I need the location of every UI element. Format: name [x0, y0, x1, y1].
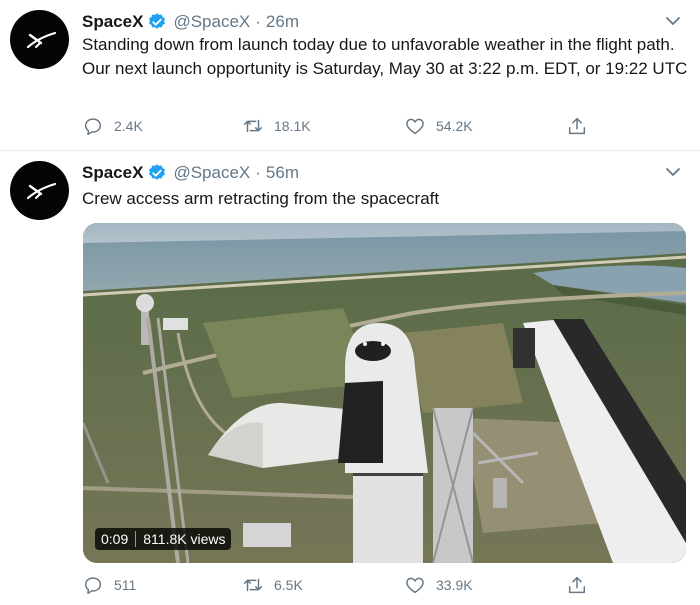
- reply-icon: [84, 577, 102, 594]
- reply-count: 511: [114, 577, 137, 593]
- reply-button[interactable]: 2.4K: [82, 114, 143, 138]
- share-icon: [568, 576, 586, 594]
- spacex-logo-icon: [26, 31, 57, 49]
- user-handle[interactable]: @SpaceX: [173, 11, 250, 33]
- retweet-icon: [244, 119, 262, 133]
- separator-dot: ·: [255, 163, 261, 182]
- verified-badge-icon: [149, 164, 166, 180]
- avatar[interactable]: [10, 10, 69, 69]
- video-views: 811.8K views: [143, 531, 226, 547]
- spacex-logo-icon: [26, 182, 57, 200]
- chevron-down-icon[interactable]: [664, 12, 682, 30]
- reply-count: 2.4K: [114, 118, 143, 134]
- timestamp[interactable]: 26m: [266, 11, 299, 33]
- verified-badge-icon: [149, 13, 166, 29]
- tweet[interactable]: SpaceX @SpaceX · 26m Standing down from …: [0, 0, 700, 150]
- tweet[interactable]: SpaceX @SpaceX · 56m Crew access arm ret…: [0, 150, 700, 605]
- display-name[interactable]: SpaceX: [82, 162, 143, 184]
- reply-icon: [84, 118, 102, 135]
- video-time: 0:09: [101, 531, 129, 547]
- retweet-button[interactable]: 18.1K: [242, 114, 311, 138]
- like-button[interactable]: 54.2K: [404, 114, 473, 138]
- tweet-text: Crew access arm retracting from the spac…: [82, 189, 440, 208]
- tweet-text: Standing down from launch today due to u…: [82, 35, 688, 78]
- tweet-header: SpaceX @SpaceX · 56m: [82, 161, 299, 185]
- retweet-button[interactable]: 6.5K: [242, 573, 303, 597]
- tweet-actions: 2.4K 18.1K 54.2K: [82, 114, 602, 138]
- like-count: 33.9K: [436, 577, 473, 593]
- chevron-down-icon[interactable]: [664, 163, 682, 181]
- separator-dot: ·: [255, 12, 261, 31]
- badge-divider: [135, 531, 137, 547]
- reply-button[interactable]: 511: [82, 573, 136, 597]
- user-handle[interactable]: @SpaceX: [173, 162, 250, 184]
- like-count: 54.2K: [436, 118, 473, 134]
- video-info-badge: 0:09 811.8K views: [95, 528, 232, 550]
- avatar[interactable]: [10, 161, 69, 220]
- display-name[interactable]: SpaceX: [82, 11, 143, 33]
- like-button[interactable]: 33.9K: [404, 573, 473, 597]
- retweet-count: 18.1K: [274, 118, 311, 134]
- tweet-actions: 511 6.5K 33.9K: [82, 573, 602, 597]
- tweet-header: SpaceX @SpaceX · 26m: [82, 10, 299, 34]
- heart-icon: [406, 118, 424, 135]
- timestamp[interactable]: 56m: [266, 162, 299, 184]
- video-player[interactable]: 0:09 811.8K views: [83, 223, 686, 563]
- video-frame: [83, 223, 686, 563]
- share-button[interactable]: [566, 573, 598, 597]
- share-icon: [568, 117, 586, 135]
- retweet-icon: [244, 578, 262, 592]
- retweet-count: 6.5K: [274, 577, 303, 593]
- heart-icon: [406, 577, 424, 594]
- share-button[interactable]: [566, 114, 598, 138]
